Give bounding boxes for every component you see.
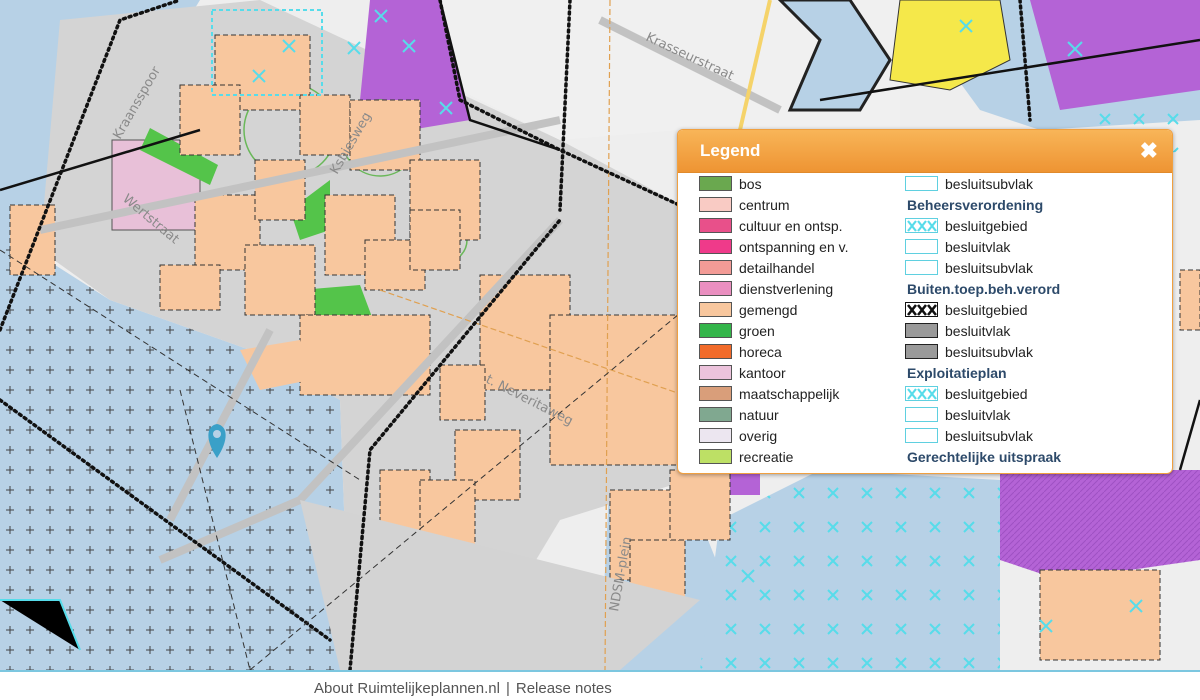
legend-item: ontspanning en v. — [699, 236, 899, 257]
legend-title: Legend — [700, 141, 761, 160]
legend-item: besluitgebied — [905, 215, 1167, 236]
legend-section-title: Exploitatieplan — [907, 365, 1007, 381]
legend-item: recreatie — [699, 446, 899, 467]
legend-section-title: Buiten.toep.beh.verord — [907, 281, 1061, 297]
legend-section-heading: Buiten.toep.beh.verord — [905, 278, 1167, 299]
legend-swatch — [905, 407, 938, 422]
legend-item: besluitvlak — [905, 404, 1167, 425]
legend-swatch — [905, 344, 938, 359]
legend-label: besluitvlak — [945, 239, 1011, 255]
legend-swatch — [699, 428, 732, 443]
legend-panel: Legend ✖ bos centrum cultuur en ontsp. onts… — [677, 129, 1173, 474]
legend-item: besluitsubvlak — [905, 257, 1167, 278]
legend-label: besluitgebied — [945, 218, 1028, 234]
legend-item: groen — [699, 320, 899, 341]
legend-swatch — [699, 407, 732, 422]
legend-label: horeca — [739, 344, 782, 360]
legend-swatch — [905, 302, 938, 317]
legend-label: maatschappelijk — [739, 386, 840, 402]
legend-item: besluitsubvlak — [905, 173, 1167, 194]
legend-swatch — [699, 260, 732, 275]
legend-swatch — [905, 239, 938, 254]
legend-label: besluitsubvlak — [945, 428, 1033, 444]
legend-item: kantoor — [699, 362, 899, 383]
legend-item: cultuur en ontsp. — [699, 215, 899, 236]
legend-item: besluitvlak — [905, 320, 1167, 341]
legend-label: besluitvlak — [945, 323, 1011, 339]
close-icon[interactable]: ✖ — [1140, 138, 1158, 164]
legend-label: besluitgebied — [945, 302, 1028, 318]
footer: About Ruimtelijkeplannen.nl | Release note… — [0, 670, 1200, 700]
legend-swatch — [905, 323, 938, 338]
legend-item: besluitsubvlak — [905, 425, 1167, 446]
legend-label: besluitgebied — [945, 386, 1028, 402]
legend-header[interactable]: Legend ✖ — [678, 130, 1172, 173]
legend-swatch — [699, 281, 732, 296]
legend-item: natuur — [699, 404, 899, 425]
legend-label: cultuur en ontsp. — [739, 218, 843, 234]
legend-swatch — [699, 239, 732, 254]
legend-label: groen — [739, 323, 775, 339]
legend-label: dienstverlening — [739, 281, 834, 297]
legend-section-title: Gerechtelijke uitspraak — [907, 449, 1062, 465]
legend-item: maatschappelijk — [699, 383, 899, 404]
release-notes-link[interactable]: Release notes — [516, 680, 612, 697]
legend-swatch — [699, 365, 732, 380]
legend-item: horeca — [699, 341, 899, 362]
legend-label: besluitsubvlak — [945, 176, 1033, 192]
legend-swatch — [699, 176, 732, 191]
legend-swatch — [905, 176, 938, 191]
legend-label: overig — [739, 428, 778, 444]
legend-section-title: Beheersverordening — [907, 197, 1044, 213]
legend-swatch — [699, 218, 732, 233]
legend-swatch — [905, 428, 938, 443]
legend-item: gemengd — [699, 299, 899, 320]
legend-section-heading: Gerechtelijke uitspraak — [905, 446, 1167, 467]
legend-item: overig — [699, 425, 899, 446]
footer-separator: | — [505, 680, 510, 697]
legend-item: besluitgebied — [905, 383, 1167, 404]
legend-label: natuur — [739, 407, 779, 423]
legend-item: dienstverlening — [699, 278, 899, 299]
legend-swatch — [905, 386, 938, 401]
legend-swatch — [699, 386, 732, 401]
legend-label: kantoor — [739, 365, 786, 381]
legend-label: bos — [739, 176, 762, 192]
legend-item: centrum — [699, 194, 899, 215]
legend-section-heading: Exploitatieplan — [905, 362, 1167, 383]
legend-item: besluitgebied — [905, 299, 1167, 320]
legend-label: ontspanning en v. — [739, 239, 849, 255]
legend-swatch — [699, 344, 732, 359]
about-link[interactable]: About Ruimtelijkeplannen.nl — [314, 680, 500, 697]
legend-column-bestemmingen: bos centrum cultuur en ontsp. ontspanning e… — [699, 173, 899, 467]
legend-label: besluitvlak — [945, 407, 1011, 423]
legend-label: recreatie — [739, 449, 794, 465]
legend-item: detailhandel — [699, 257, 899, 278]
legend-column-besluit: besluitsubvlak Beheersverordening besluitg… — [905, 173, 1167, 467]
legend-swatch — [905, 218, 938, 233]
legend-label: gemengd — [739, 302, 798, 318]
legend-swatch — [699, 449, 732, 464]
legend-item: bos — [699, 173, 899, 194]
legend-label: centrum — [739, 197, 790, 213]
legend-section-heading: Beheersverordening — [905, 194, 1167, 215]
legend-swatch — [699, 302, 732, 317]
legend-swatch — [905, 260, 938, 275]
legend-item: besluitsubvlak — [905, 341, 1167, 362]
legend-label: besluitsubvlak — [945, 260, 1033, 276]
legend-label: detailhandel — [739, 260, 815, 276]
legend-swatch — [699, 323, 732, 338]
legend-label: besluitsubvlak — [945, 344, 1033, 360]
legend-swatch — [699, 197, 732, 212]
legend-item: besluitvlak — [905, 236, 1167, 257]
